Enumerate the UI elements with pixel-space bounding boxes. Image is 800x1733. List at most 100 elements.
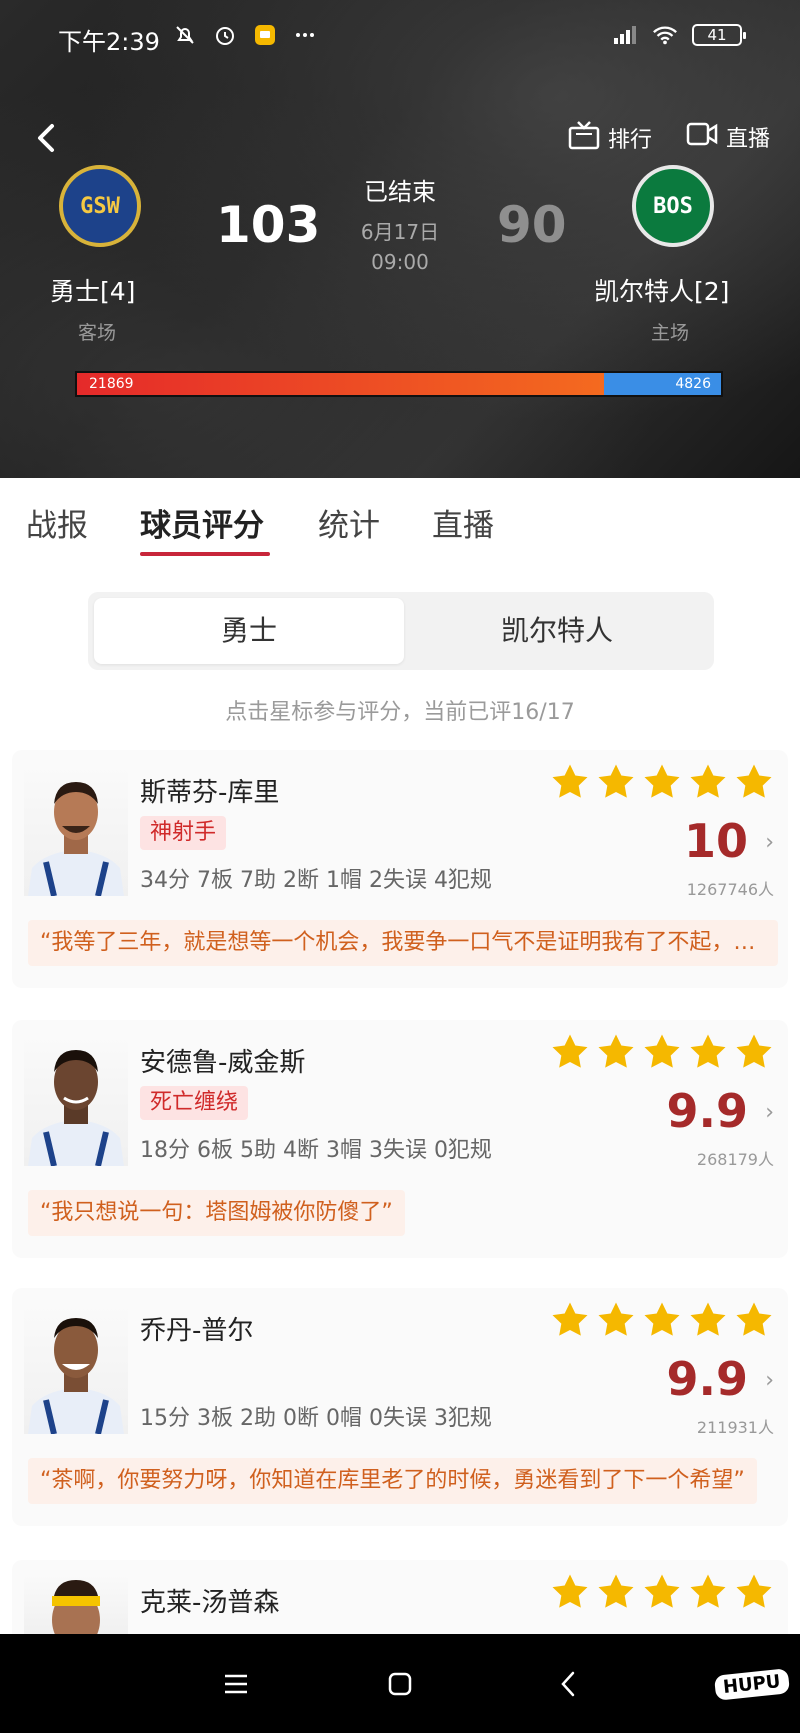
star-icon[interactable] <box>688 1300 728 1340</box>
game-status: 已结束 <box>364 178 436 206</box>
menu-icon[interactable] <box>218 1666 254 1702</box>
player-stats: 18分 6板 5助 4断 3帽 3失误 0犯规 <box>140 1138 492 1163</box>
away-score: 90 <box>497 196 567 254</box>
home-team-side: 客场 <box>78 322 117 344</box>
hot-comment[interactable]: “我等了三年，就是想等一个机会，我要争一口气不是证明我有了不起，我是要告诉人家，… <box>28 920 778 966</box>
away-team-side: 主场 <box>651 322 690 344</box>
player-rating: 10 <box>683 814 748 868</box>
game-header: 下午2:39 41 排行 直播 GSW BOS 103 已结束 6月17日 09… <box>0 0 800 478</box>
star-icon[interactable] <box>596 1032 636 1072</box>
more-dots-icon <box>292 22 318 48</box>
voter-count: 268179人 <box>696 1150 774 1169</box>
hot-comment[interactable]: “我只想说一句：塔图姆被你防傻了” <box>28 1190 405 1236</box>
notification-app-icon <box>252 22 278 48</box>
back-triangle-icon[interactable] <box>550 1666 586 1702</box>
star-icon[interactable] <box>642 1300 682 1340</box>
mute-bell-icon <box>172 22 198 48</box>
team-toggle: 勇士 凯尔特人 <box>88 592 714 670</box>
away-support-fill: 4826 <box>604 373 721 395</box>
signal-icon <box>612 22 638 48</box>
player-card[interactable]: 斯蒂芬-库里 神射手 34分 7板 7助 2断 1帽 2失误 4犯规 10 › … <box>12 750 788 988</box>
star-icon[interactable] <box>596 1300 636 1340</box>
ranking-button[interactable]: 排行 <box>568 120 652 156</box>
player-card[interactable]: 克莱-汤普森 <box>12 1560 788 1634</box>
toggle-celtics[interactable]: 凯尔特人 <box>402 598 712 664</box>
bos-team-logo[interactable]: BOS <box>632 165 714 247</box>
voter-count: 1267746人 <box>686 880 774 899</box>
star-icon[interactable] <box>596 762 636 802</box>
video-camera-icon <box>686 120 718 154</box>
tab-report[interactable]: 战报 <box>26 500 88 545</box>
toggle-warriors[interactable]: 勇士 <box>94 598 404 664</box>
chevron-right-icon: › <box>765 1100 774 1125</box>
tab-stats[interactable]: 统计 <box>318 500 380 545</box>
home-team-name: 勇士[4] <box>50 277 136 306</box>
hot-comment[interactable]: “茶啊，你要努力呀，你知道在库里老了的时候，勇迷看到了下一个希望” <box>28 1458 757 1504</box>
player-avatar <box>24 1034 128 1166</box>
rating-stars[interactable] <box>550 1572 774 1612</box>
tv-icon <box>568 120 600 156</box>
game-time: 09:00 <box>371 250 429 274</box>
ranking-label: 排行 <box>608 128 653 153</box>
star-icon[interactable] <box>642 1572 682 1612</box>
player-card[interactable]: 安德鲁-威金斯 死亡缠绕 18分 6板 5助 4断 3帽 3失误 0犯规 9.9… <box>12 1020 788 1258</box>
tab-player-rating[interactable]: 球员评分 <box>140 500 264 545</box>
rating-stars[interactable] <box>550 762 774 802</box>
chevron-right-icon: › <box>765 830 774 855</box>
player-rating-panel: 勇士 凯尔特人 点击星标参与评分，当前已评16/17 斯蒂芬-库里 神射手 34… <box>0 572 800 1634</box>
chevron-right-icon: › <box>765 1368 774 1393</box>
star-icon[interactable] <box>550 762 590 802</box>
wifi-icon <box>652 22 678 48</box>
player-card[interactable]: 乔丹-普尔 15分 3板 2助 0断 0帽 0失误 3犯规 9.9 › 2119… <box>12 1288 788 1526</box>
star-icon[interactable] <box>734 1032 774 1072</box>
star-icon[interactable] <box>550 1032 590 1072</box>
rating-hint: 点击星标参与评分，当前已评16/17 <box>225 700 575 725</box>
star-icon[interactable] <box>688 1032 728 1072</box>
support-bar: 21869 4826 <box>75 371 723 397</box>
gsw-team-logo[interactable]: GSW <box>59 165 141 247</box>
player-name: 克莱-汤普森 <box>140 1588 280 1618</box>
tab-bar: 战报 球员评分 统计 直播 <box>0 478 800 572</box>
away-team-name: 凯尔特人[2] <box>594 277 730 306</box>
player-avatar <box>24 1302 128 1434</box>
star-icon[interactable] <box>734 1572 774 1612</box>
game-date: 6月17日 <box>360 220 440 244</box>
star-icon[interactable] <box>642 762 682 802</box>
star-icon[interactable] <box>688 1572 728 1612</box>
star-icon[interactable] <box>596 1572 636 1612</box>
system-nav-bar: HUPU <box>0 1634 800 1733</box>
player-rating: 9.9 <box>666 1352 749 1406</box>
player-rating: 9.9 <box>666 1084 749 1138</box>
rating-stars[interactable] <box>550 1300 774 1340</box>
battery-indicator: 41 <box>692 24 746 46</box>
alarm-icon <box>212 22 238 48</box>
back-button[interactable] <box>30 118 64 158</box>
live-button[interactable]: 直播 <box>686 120 770 154</box>
tab-live[interactable]: 直播 <box>432 500 494 545</box>
live-label: 直播 <box>726 127 771 152</box>
player-stats: 34分 7板 7助 2断 1帽 2失误 4犯规 <box>140 868 492 893</box>
player-name: 乔丹-普尔 <box>140 1316 254 1346</box>
player-stats: 15分 3板 2助 0断 0帽 0失误 3犯规 <box>140 1406 492 1431</box>
status-bar: 下午2:39 41 <box>0 0 800 72</box>
star-icon[interactable] <box>688 762 728 802</box>
player-avatar <box>24 1574 128 1634</box>
star-icon[interactable] <box>734 762 774 802</box>
star-icon[interactable] <box>734 1300 774 1340</box>
home-square-icon[interactable] <box>382 1666 418 1702</box>
home-support-fill: 21869 <box>77 373 605 395</box>
star-icon[interactable] <box>550 1572 590 1612</box>
rating-stars[interactable] <box>550 1032 774 1072</box>
home-score: 103 <box>216 196 321 254</box>
player-tag: 神射手 <box>140 816 227 850</box>
player-name: 安德鲁-威金斯 <box>140 1048 306 1078</box>
active-tab-indicator <box>140 552 270 556</box>
voter-count: 211931人 <box>696 1418 774 1437</box>
hupu-watermark: HUPU <box>713 1668 790 1701</box>
star-icon[interactable] <box>642 1032 682 1072</box>
star-icon[interactable] <box>550 1300 590 1340</box>
player-avatar <box>24 764 128 896</box>
status-time: 下午2:39 <box>58 28 160 56</box>
player-tag: 死亡缠绕 <box>140 1086 249 1120</box>
player-name: 斯蒂芬-库里 <box>140 778 280 808</box>
